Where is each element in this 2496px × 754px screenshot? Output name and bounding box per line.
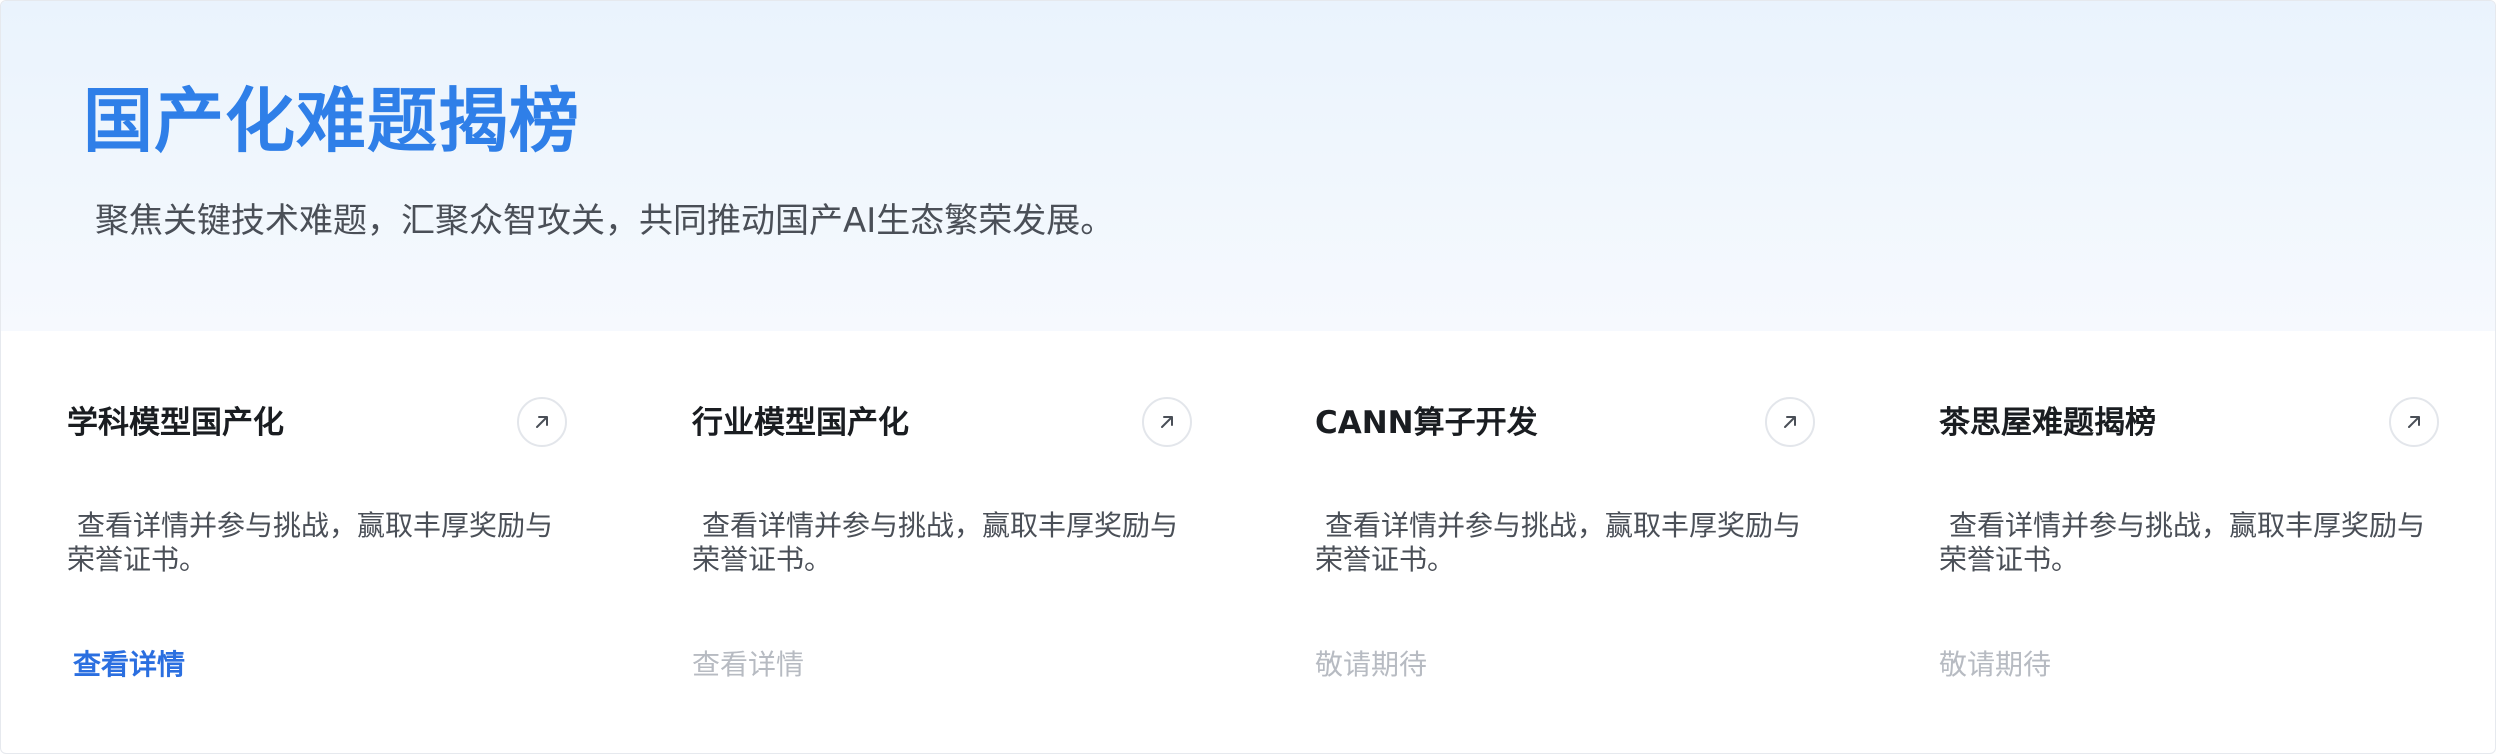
card-open-button[interactable] [2389,397,2439,447]
hero-title: 国产化难题揭榜 [83,80,580,162]
challenge-panel: 国产化难题揭榜 聚焦关键技术难题，汇聚众智攻关，共同推动国产AI生态繁荣发展。 … [0,0,2496,754]
challenge-card-teahouse: 茶思屋难题揭榜 查看详情并参与挑战，赢取丰厚奖励与荣誉证书。 敬请期待 [1939,381,2439,711]
coming-soon-label: 敬请期待 [1315,648,1428,681]
arrow-up-right-icon [1161,416,1173,428]
card-title: 学科模型国产化 [67,405,284,441]
view-details-link: 查看详情 [692,648,805,681]
card-title: 茶思屋难题揭榜 [1939,405,2156,441]
arrow-up-right-icon [536,416,548,428]
card-open-button[interactable] [1142,397,1192,447]
arrow-up-right-icon [2408,416,2420,428]
card-open-button[interactable] [517,397,567,447]
challenge-card-cann-operator: CANN算子开发 查看详情并参与挑战，赢取丰厚奖励与荣誉证书。 敬请期待 [1315,381,1815,711]
card-title: CANN算子开发 [1315,405,1538,441]
card-description: 查看详情并参与挑战，赢取丰厚奖励与荣誉证书。 [67,509,554,576]
card-title: 行业模型国产化 [692,405,909,441]
challenge-card-industry-model: 行业模型国产化 查看详情并参与挑战，赢取丰厚奖励与荣誉证书。 查看详情 [692,381,1192,711]
coming-soon-label: 敬请期待 [1939,648,2052,681]
hero-banner: 国产化难题揭榜 聚焦关键技术难题，汇聚众智攻关，共同推动国产AI生态繁荣发展。 [1,1,2495,331]
card-open-button[interactable] [1765,397,1815,447]
view-details-link[interactable]: 查看详情 [73,647,185,683]
card-description: 查看详情并参与挑战，赢取丰厚奖励与荣誉证书。 [1939,509,2426,576]
hero-subtitle: 聚焦关键技术难题，汇聚众智攻关，共同推动国产AI生态繁荣发展。 [95,201,1115,241]
card-description: 查看详情并参与挑战，赢取丰厚奖励与荣誉证书。 [1315,509,1802,576]
card-description: 查看详情并参与挑战，赢取丰厚奖励与荣誉证书。 [692,509,1179,576]
challenge-card-subject-model: 学科模型国产化 查看详情并参与挑战，赢取丰厚奖励与荣誉证书。 查看详情 [67,381,567,711]
arrow-up-right-icon [1784,416,1796,428]
